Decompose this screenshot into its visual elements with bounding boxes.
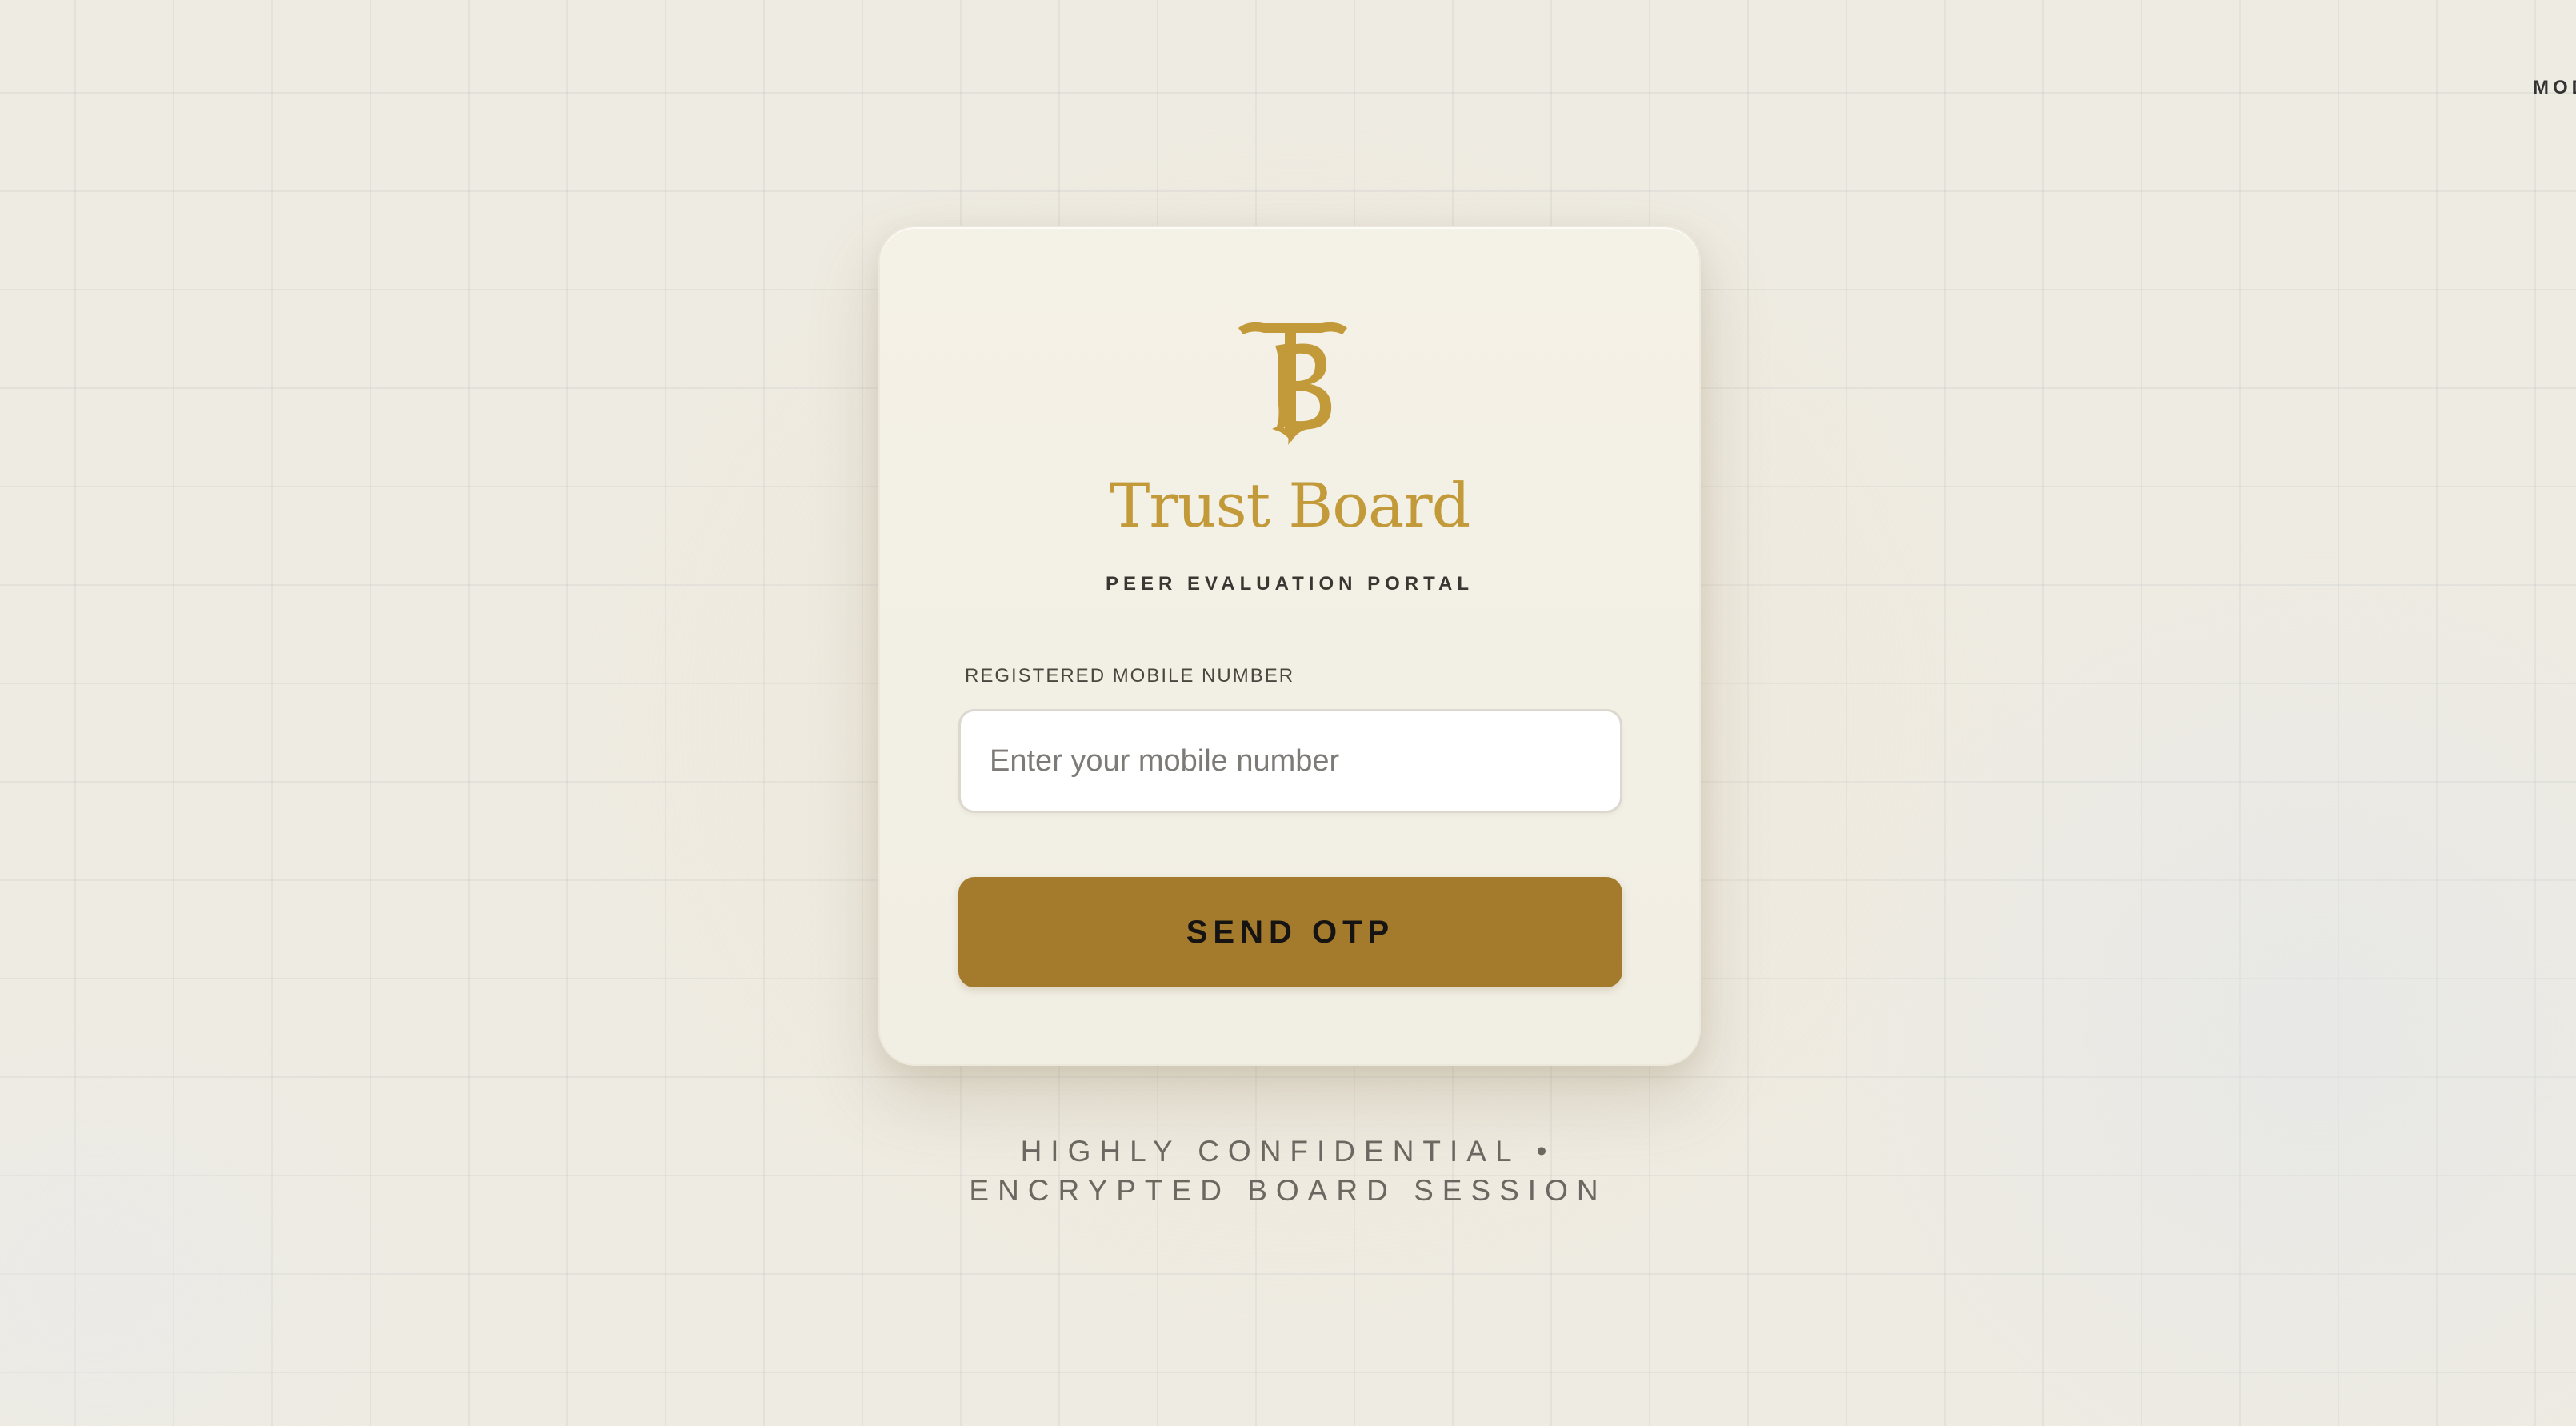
login-card: Trust Board PEER EVALUATION PORTAL REGIS… xyxy=(878,226,1701,1066)
confidential-note: HIGHLY CONFIDENTIAL • ENCRYPTED BOARD SE… xyxy=(0,1132,2576,1210)
brand-subtitle: PEER EVALUATION PORTAL xyxy=(1105,573,1474,595)
tb-monogram-icon xyxy=(1232,317,1352,448)
mobile-number-input[interactable] xyxy=(958,709,1622,813)
send-otp-button[interactable]: SEND OTP xyxy=(958,877,1622,987)
mobile-number-label: REGISTERED MOBILE NUMBER xyxy=(965,665,1295,687)
confidential-line-1: HIGHLY CONFIDENTIAL • xyxy=(1020,1135,1556,1168)
mode-label: MOD xyxy=(2533,77,2576,98)
confidential-line-2: ENCRYPTED BOARD SESSION xyxy=(969,1174,1607,1207)
brand-title: Trust Board xyxy=(1109,470,1471,541)
